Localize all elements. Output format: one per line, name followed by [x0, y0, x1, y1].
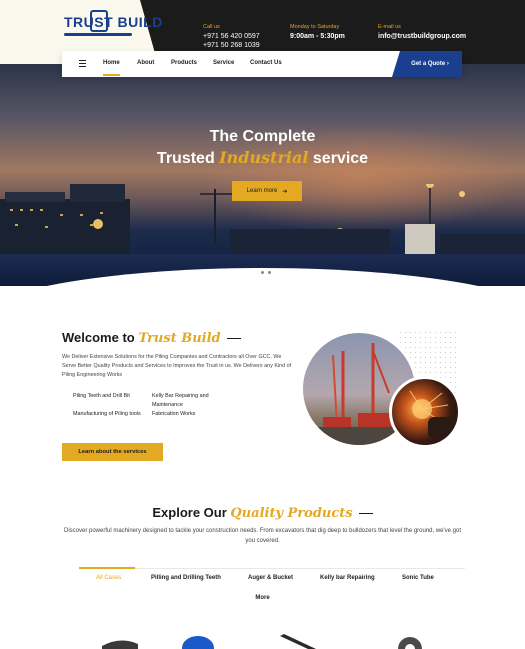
phone-label: Call us	[203, 24, 220, 30]
welcome-description: We Deliver Extensive Solutions for the P…	[62, 354, 292, 378]
hero-title-accent: Industrial	[219, 148, 309, 167]
tab-active-indicator	[79, 567, 135, 569]
product-thumbnail[interactable]	[100, 634, 140, 649]
tab-auger-bucket[interactable]: Auger & Bucket	[248, 575, 293, 581]
title-dash	[358, 512, 373, 515]
nav-item-service[interactable]: Service	[213, 60, 234, 66]
phone-number[interactable]: +971 50 268 1039	[203, 41, 260, 50]
phone-number[interactable]: +971 56 420 0597	[203, 32, 260, 41]
slider-dot[interactable]	[261, 270, 264, 274]
email-label: E-mail us	[378, 24, 401, 30]
hours-info: Monday to Saturday 9:00am - 5:30pm	[290, 24, 345, 41]
nav-item-home[interactable]: Home	[103, 60, 120, 76]
email-info: E-mail us info@trustbuildgroup.com	[378, 24, 466, 41]
logo-text: TRUST BUILD	[64, 14, 163, 30]
get-quote-button[interactable]: Get a Quote ›	[392, 51, 462, 77]
slider-dot[interactable]	[253, 270, 257, 274]
hero-banner: The Complete Trusted Industrial service …	[0, 64, 525, 286]
product-thumbnail[interactable]	[395, 634, 425, 649]
hero-title-line2: Trusted Industrial service	[0, 147, 525, 169]
feature-item: Piling Teeth and Drill Bit	[73, 393, 130, 399]
hero-title: The Complete Trusted Industrial service	[0, 126, 525, 169]
explore-description: Discover powerful machinery designed to …	[63, 528, 462, 544]
email-link[interactable]: info@trustbuildgroup.com	[378, 32, 466, 41]
tab-sonic-tube[interactable]: Sonic Tube	[402, 575, 434, 581]
hero-button-label: Learn more	[246, 188, 278, 194]
hero-learn-more-button[interactable]: Learn more ➔	[232, 181, 302, 201]
feature-item: Fabrication Works	[152, 411, 196, 417]
tab-all-cases[interactable]: All Cases	[96, 575, 121, 581]
explore-title-pre: Explore Our	[152, 505, 231, 520]
phone-info: Call us +971 56 420 0597 +971 50 268 103…	[203, 24, 260, 50]
nav-item-products[interactable]: Products	[171, 60, 197, 66]
welding-illustration	[409, 390, 458, 439]
explore-title-accent: Quality Products	[230, 506, 353, 521]
tab-pilling-drilling-teeth[interactable]: Pilling and Drilling Teeth	[151, 575, 221, 581]
feature-item: Manufacturing of Piling tools	[73, 411, 141, 417]
hamburger-icon[interactable]	[79, 60, 86, 67]
tab-kelly-bar-repairing[interactable]: Kelly bar Repairing	[320, 575, 375, 581]
main-nav: Home About Products Service Contact Us G…	[62, 51, 462, 77]
hours-value: 9:00am - 5:30pm	[290, 33, 345, 40]
learn-services-button[interactable]: Learn about the services	[62, 443, 163, 461]
title-dash	[226, 337, 241, 340]
hero-title-post: service	[308, 150, 369, 167]
slider-dot[interactable]	[268, 270, 271, 274]
tabs-divider	[79, 568, 465, 569]
nav-item-about[interactable]: About	[137, 60, 154, 66]
product-thumbnail[interactable]	[180, 634, 216, 649]
slider-dots	[253, 270, 271, 274]
arrow-right-icon: ➔	[282, 188, 288, 195]
hero-title-pre: Trusted	[156, 150, 220, 167]
tab-more[interactable]: More	[0, 595, 525, 601]
logo-underline	[64, 33, 132, 36]
welcome-title-pre: Welcome to	[62, 330, 139, 345]
welding-image	[389, 376, 461, 448]
hours-label: Monday to Saturday	[290, 24, 340, 30]
welcome-title-accent: Trust Build	[138, 331, 221, 346]
nav-item-contact[interactable]: Contact Us	[250, 60, 282, 66]
hero-title-line1: The Complete	[209, 128, 316, 145]
explore-title: Explore Our Quality Products	[0, 505, 525, 521]
welcome-title: Welcome to Trust Build	[62, 330, 241, 346]
feature-item: Kelly Bar Repairing and Maintenance	[152, 393, 209, 408]
product-thumbnail[interactable]	[278, 634, 318, 649]
